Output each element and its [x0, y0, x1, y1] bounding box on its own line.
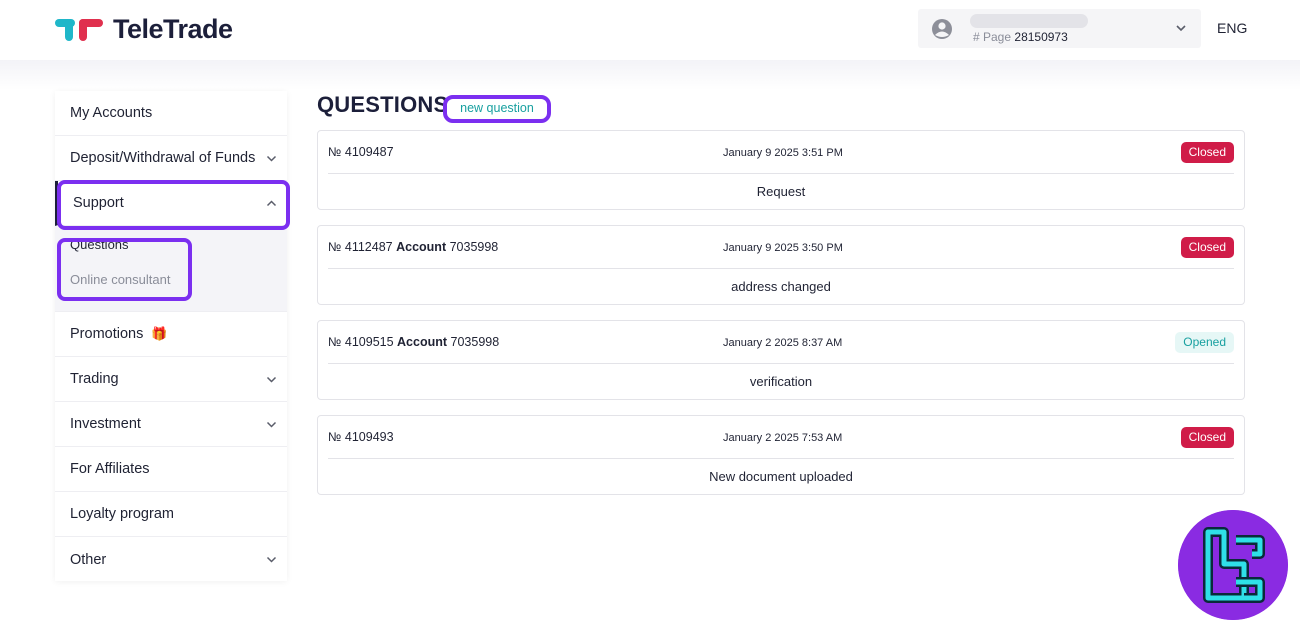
sidebar-item-label: Investment	[70, 416, 141, 432]
ticket-number: № 4109515 Account 7035998	[328, 335, 499, 349]
sidebar-item-label: For Affiliates	[70, 461, 150, 477]
ticket-subject: address changed	[731, 279, 831, 294]
sidebar-item-other[interactable]: Other	[55, 537, 287, 582]
sidebar-item-label: Trading	[70, 371, 119, 387]
blurred-account-name	[970, 14, 1088, 28]
account-number: 7035998	[449, 240, 499, 254]
brand-name: TeleTrade	[113, 14, 233, 44]
ticket-card-header: № 4112487 Account 7035998 January 9 2025…	[328, 226, 1234, 269]
chevron-down-icon	[266, 376, 277, 383]
ticket-date: January 9 2025 3:50 PM	[723, 242, 843, 254]
ticket-id: № 4109487	[328, 145, 394, 159]
watermark-logo-icon	[1178, 510, 1288, 620]
page-title: QUESTIONS	[317, 92, 449, 117]
sidebar-item-support[interactable]: Support	[55, 181, 287, 226]
sidebar-item-deposit-withdrawal[interactable]: Deposit/Withdrawal of Funds	[55, 136, 287, 181]
ticket-card[interactable]: № 4109515 Account 7035998 January 2 2025…	[317, 320, 1245, 400]
header-shadow	[0, 60, 1300, 90]
page-label-prefix: # Page	[973, 30, 1012, 44]
ticket-card-header: № 4109493 January 2 2025 7:53 AM Closed	[328, 416, 1234, 459]
account-selector[interactable]: # Page 28150973	[918, 9, 1201, 48]
ticket-id: № 4109515	[328, 335, 394, 349]
top-header: TeleTrade # Page 28150973 ENG	[0, 0, 1300, 60]
page-number-label: # Page 28150973	[973, 30, 1068, 44]
user-avatar-icon	[932, 19, 952, 39]
ticket-card[interactable]: № 4109487 January 9 2025 3:51 PM Closed …	[317, 130, 1245, 210]
chevron-down-icon	[266, 556, 277, 563]
ticket-id: № 4109493	[328, 430, 394, 444]
gift-icon: 🎁	[151, 326, 168, 341]
chevron-down-icon	[266, 421, 277, 428]
ticket-subject: Request	[756, 184, 806, 199]
account-label: Account	[397, 335, 448, 349]
ticket-subject: New document uploaded	[709, 469, 853, 484]
ticket-card-header: № 4109487 January 9 2025 3:51 PM Closed	[328, 131, 1234, 174]
support-submenu: Questions Online consultant	[55, 226, 287, 312]
ticket-subject: verification	[749, 374, 813, 389]
account-number: 7035998	[450, 335, 500, 349]
sidebar-item-label: Promotions	[70, 326, 144, 342]
status-badge: Closed	[1180, 237, 1234, 258]
sidebar-item-label: Other	[70, 551, 107, 568]
status-badge: Closed	[1180, 427, 1234, 448]
sidebar-item-loyalty[interactable]: Loyalty program	[55, 492, 287, 537]
sidebar: My Accounts Deposit/Withdrawal of Funds …	[55, 91, 287, 581]
language-switch[interactable]: ENG	[1217, 20, 1247, 36]
ticket-date: January 2 2025 7:53 AM	[723, 432, 843, 444]
sidebar-item-trading[interactable]: Trading	[55, 357, 287, 402]
ticket-id: № 4112487	[328, 240, 393, 254]
chevron-down-icon[interactable]	[1175, 22, 1187, 34]
sidebar-item-label: Loyalty program	[70, 506, 174, 522]
account-label: Account	[396, 240, 447, 254]
submenu-item-questions[interactable]: Questions	[70, 237, 129, 252]
sidebar-item-label: My Accounts	[70, 105, 153, 121]
page-number: 28150973	[1014, 30, 1068, 44]
chevron-down-icon	[266, 155, 277, 162]
sidebar-item-label: Deposit/Withdrawal of Funds	[70, 150, 256, 166]
ticket-card[interactable]: № 4109493 January 2 2025 7:53 AM Closed …	[317, 415, 1245, 495]
chevron-up-icon	[266, 200, 277, 207]
ticket-number: № 4112487 Account 7035998	[328, 240, 498, 254]
ticket-card-header: № 4109515 Account 7035998 January 2 2025…	[328, 321, 1234, 364]
sidebar-item-affiliates[interactable]: For Affiliates	[55, 447, 287, 492]
teletrade-logo[interactable]: TeleTrade	[55, 14, 233, 45]
new-question-button[interactable]: new question	[443, 95, 551, 123]
sidebar-item-investment[interactable]: Investment	[55, 402, 287, 447]
sidebar-item-label: Support	[73, 195, 124, 211]
ticket-date: January 2 2025 8:37 AM	[723, 337, 843, 349]
sidebar-item-promotions[interactable]: Promotions 🎁	[55, 312, 287, 357]
teletrade-logo-icon	[55, 18, 103, 41]
status-badge: Opened	[1175, 332, 1234, 353]
ticket-number: № 4109487	[328, 145, 394, 159]
ticket-number: № 4109493	[328, 430, 394, 444]
sidebar-item-my-accounts[interactable]: My Accounts	[55, 91, 287, 136]
ticket-date: January 9 2025 3:51 PM	[723, 147, 843, 159]
status-badge: Closed	[1180, 142, 1234, 163]
submenu-item-online-consultant[interactable]: Online consultant	[70, 272, 170, 287]
ticket-card[interactable]: № 4112487 Account 7035998 January 9 2025…	[317, 225, 1245, 305]
